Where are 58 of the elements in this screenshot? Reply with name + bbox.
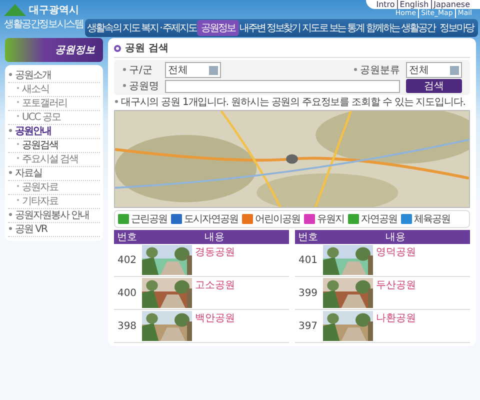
header-link[interactable]: Intro <box>374 0 397 9</box>
sidebar-item[interactable]: 공원 VR <box>8 223 100 237</box>
nav-tab[interactable]: 함께하는 생활공간 <box>364 20 436 36</box>
logo-city: 대구광역시 <box>29 4 79 17</box>
park-link[interactable]: 두산공원 <box>376 278 416 308</box>
column-header: 번호 <box>295 230 321 244</box>
header-link[interactable]: Japanese <box>430 0 472 9</box>
park-link[interactable]: 경동공원 <box>195 245 235 275</box>
column-header: 번호 <box>114 230 140 244</box>
logo-title: 생활공간정보시스템 <box>4 18 84 31</box>
nav-tab[interactable]: 정보마당 <box>436 20 477 36</box>
sidebar-subitem[interactable]: 공원자료 <box>8 181 100 195</box>
row-number: 399 <box>295 276 321 310</box>
search-button[interactable]: 검색 <box>406 79 462 93</box>
row-number: 402 <box>114 244 140 276</box>
legend-label: 어린이공원 <box>255 213 300 226</box>
column-header: 내용 <box>321 230 470 244</box>
nav-tab[interactable]: 복지 · 주제지도 <box>140 20 198 36</box>
park-link[interactable]: 백안공원 <box>195 311 235 341</box>
sidebar-title: 공원정보 <box>5 38 103 62</box>
park-link[interactable]: 나환공원 <box>376 311 416 341</box>
row-number: 398 <box>114 310 140 342</box>
legend-label: 도시자연공원 <box>184 213 238 226</box>
info-note: 대구시의 공원 1개입니다. 원하시는 공원의 주요정보를 조회할 수 있는 지도입니다. <box>114 97 470 108</box>
sidebar-item[interactable]: 공원안내 <box>8 125 100 139</box>
nav-tab[interactable]: 생활속의 지도 <box>86 20 140 36</box>
page-title: 공원 검색 <box>125 42 168 55</box>
field-label: 공원명 <box>122 79 159 93</box>
nav-tab[interactable]: 지도로 보는 통계 <box>300 20 365 36</box>
sidebar-subitem[interactable]: 새소식 <box>8 83 100 97</box>
district-select[interactable]: 전체 <box>165 62 221 78</box>
field-label: 공원분류 <box>353 63 400 77</box>
sidebar-item[interactable]: 자료실 <box>8 167 100 181</box>
legend-label: 근린공원 <box>131 213 167 226</box>
row-number: 400 <box>114 276 140 310</box>
nav-tab[interactable]: 공원정보 <box>197 20 239 36</box>
row-number: 401 <box>295 244 321 276</box>
sidebar-subitem[interactable]: 공원검색 <box>8 139 100 153</box>
park-link[interactable]: 고소공원 <box>195 278 235 308</box>
sidebar-subitem[interactable]: UCC 공모 <box>8 111 100 125</box>
field-label: 구/군 <box>122 63 159 77</box>
sidebar-item[interactable]: 공원자원봉사 안내 <box>8 209 100 223</box>
sidebar-subitem[interactable]: 주요시설 검색 <box>8 153 100 167</box>
bullet-icon <box>114 44 121 52</box>
legend-label: 유원지 <box>317 213 344 226</box>
mountain-logo-icon <box>4 4 26 16</box>
park-link[interactable]: 영덕공원 <box>376 245 416 275</box>
sidebar-item[interactable]: 공원소개 <box>8 69 100 83</box>
legend-label: 체육공원 <box>414 213 450 226</box>
header-link[interactable]: English <box>396 0 431 9</box>
row-number: 397 <box>295 310 321 342</box>
sidebar-subitem[interactable]: 포토갤러리 <box>8 97 100 111</box>
name-input-field[interactable] <box>165 80 400 92</box>
column-header: 내용 <box>140 230 289 244</box>
legend-label: 자연공원 <box>361 213 397 226</box>
nav-tab[interactable]: 내주변 정보찾기 <box>238 20 301 36</box>
sidebar-subitem[interactable]: 기타자료 <box>8 195 100 209</box>
category-select[interactable]: 전체 <box>406 62 462 78</box>
